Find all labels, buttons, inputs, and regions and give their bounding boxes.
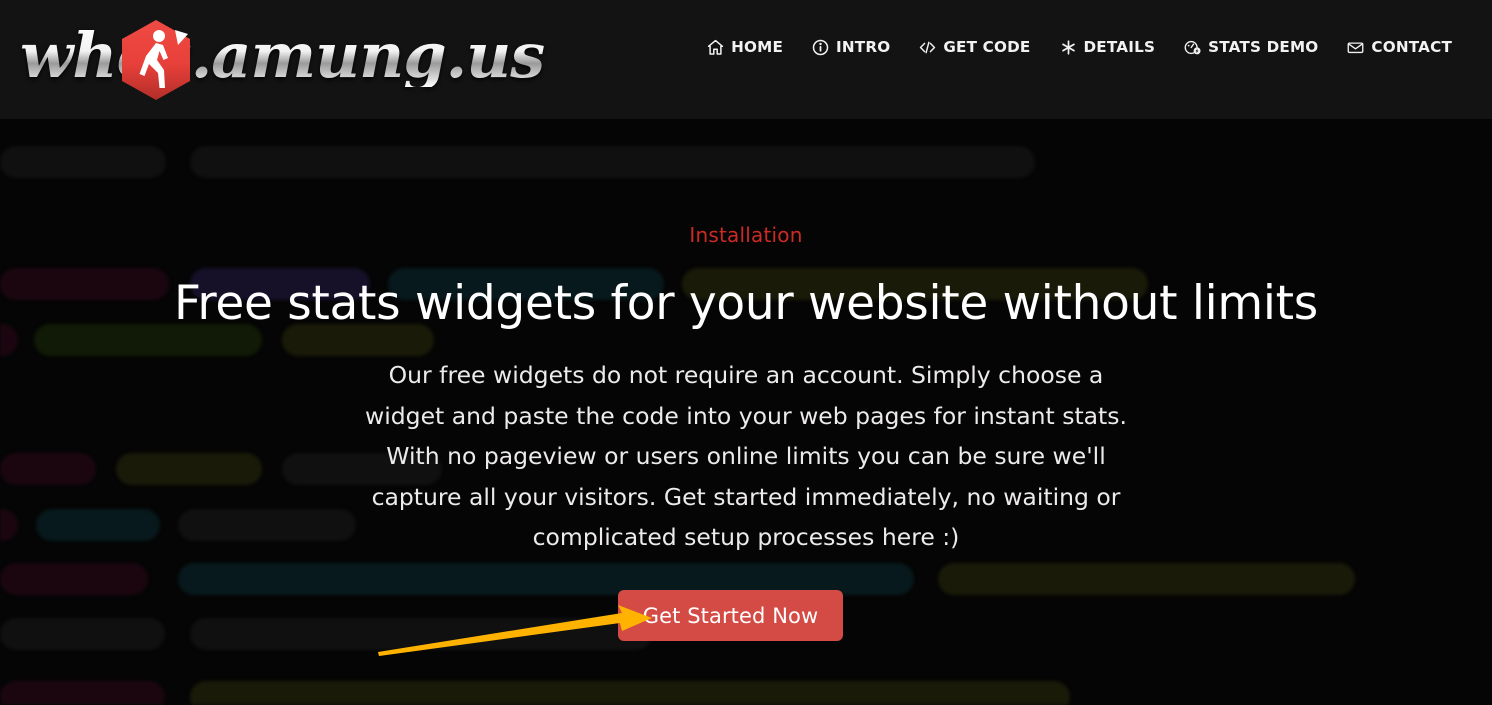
asterisk-icon <box>1060 39 1077 56</box>
code-brackets-icon <box>919 39 936 56</box>
nav-label: CONTACT <box>1371 38 1452 56</box>
main-navigation: HOME INTRO GET CODE DETAILS STATS DEMO C… <box>707 38 1452 56</box>
nav-item-stats-demo[interactable]: STATS DEMO <box>1184 38 1318 56</box>
hero-section: Installation Free stats widgets for your… <box>0 119 1492 705</box>
page-root: whos.amung.us HOME INTRO GET CODE DETAIL… <box>0 0 1492 705</box>
info-circle-icon <box>812 39 829 56</box>
hero-body-text: Our free widgets do not require an accou… <box>365 361 1127 551</box>
nav-label: INTRO <box>836 38 891 56</box>
nav-item-details[interactable]: DETAILS <box>1060 38 1156 56</box>
site-logo[interactable]: whos.amung.us <box>16 12 545 100</box>
nav-label: DETAILS <box>1083 38 1156 56</box>
get-started-button[interactable]: Get Started Now <box>618 590 843 641</box>
site-header: whos.amung.us HOME INTRO GET CODE DETAIL… <box>0 0 1492 119</box>
section-eyebrow: Installation <box>689 223 803 247</box>
nav-item-home[interactable]: HOME <box>707 38 783 56</box>
envelope-icon <box>1347 39 1364 56</box>
nav-label: GET CODE <box>943 38 1031 56</box>
nav-item-get-code[interactable]: GET CODE <box>919 38 1030 56</box>
nav-label: STATS DEMO <box>1208 38 1319 56</box>
page-title: Free stats widgets for your website with… <box>174 276 1318 331</box>
nav-item-intro[interactable]: INTRO <box>812 38 890 56</box>
nav-item-contact[interactable]: CONTACT <box>1347 38 1452 56</box>
home-icon <box>707 39 724 56</box>
nav-label: HOME <box>731 38 784 56</box>
gauge-bolt-icon <box>1184 39 1201 56</box>
logo-wordmark: whos.amung.us <box>16 25 545 87</box>
